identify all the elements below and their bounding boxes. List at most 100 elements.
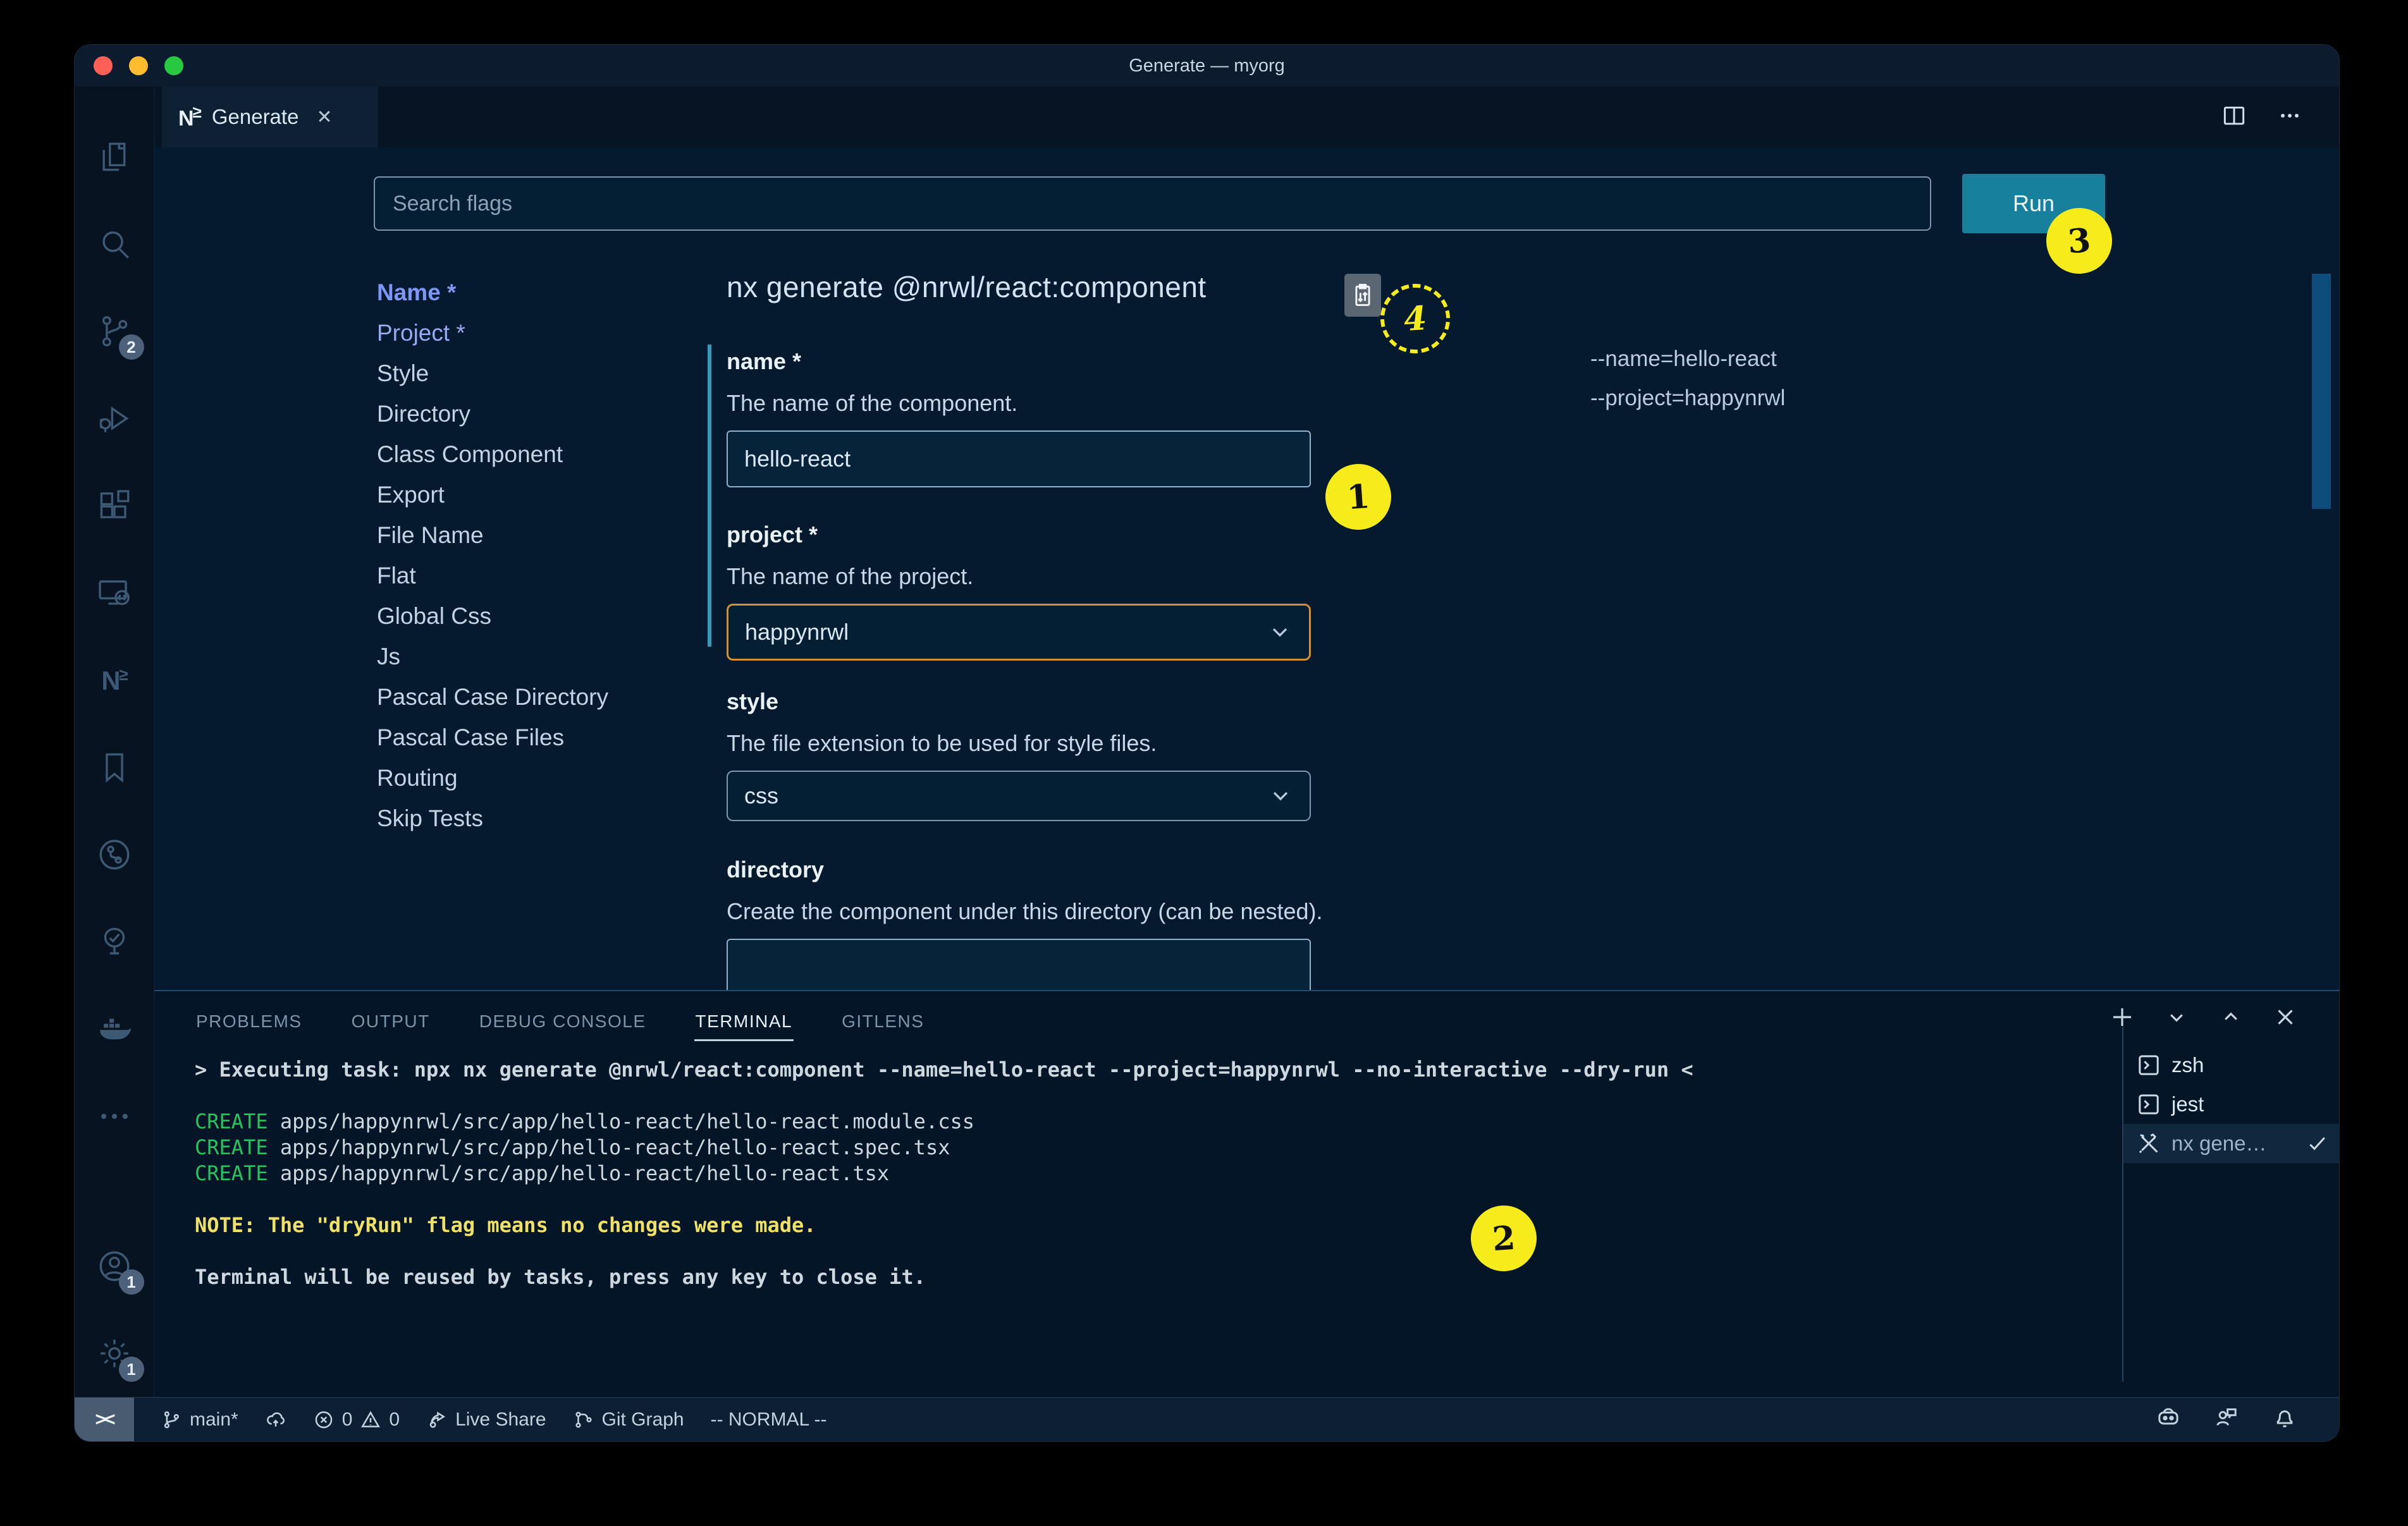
nav-item-routing[interactable]: Routing <box>377 758 608 798</box>
source-control-icon[interactable]: 2 <box>75 288 154 375</box>
terminal-note-line: NOTE: The "dryRun" flag means no changes… <box>195 1212 1693 1238</box>
editor-scrollbar[interactable] <box>2312 274 2331 509</box>
nav-item-style[interactable]: Style <box>377 353 608 394</box>
branch-icon <box>161 1409 182 1431</box>
cloud-upload-icon <box>265 1409 286 1431</box>
project-field-select[interactable]: happynrwl <box>727 604 1311 661</box>
project-field-description: The name of the project. <box>727 563 973 590</box>
chevron-down-icon <box>1267 620 1293 645</box>
split-editor-icon[interactable] <box>2220 102 2248 133</box>
required-fields-bar <box>708 345 711 647</box>
bottom-panel: PROBLEMS OUTPUT DEBUG CONSOLE TERMINAL G… <box>154 990 2339 1397</box>
vscode-window: Generate — myorg 2 N≥ <box>74 44 2340 1442</box>
annotation-step-1: 1 <box>1323 461 1393 532</box>
run-debug-icon[interactable] <box>75 375 154 462</box>
terminal-item-zsh[interactable]: zsh <box>2123 1046 2340 1085</box>
nav-item-class-component[interactable]: Class Component <box>377 434 608 475</box>
more-extensions-icon[interactable] <box>75 1073 154 1160</box>
terminal-create-line: CREATE apps/happynrwl/src/app/hello-reac… <box>195 1135 1693 1161</box>
terminal-exec-line: > Executing task: npx nx generate @nrwl/… <box>195 1057 1693 1083</box>
settings-gear-icon[interactable]: 1 <box>75 1310 154 1397</box>
feedback-icon[interactable] <box>2214 1405 2239 1435</box>
tools-icon <box>2136 1131 2161 1156</box>
copy-command-button[interactable] <box>1344 274 1381 317</box>
terminal-item-jest[interactable]: jest <box>2123 1085 2340 1124</box>
bookmarks-icon[interactable] <box>75 724 154 811</box>
docker-icon[interactable] <box>75 986 154 1073</box>
remote-explorer-icon[interactable] <box>75 549 154 637</box>
nav-item-project[interactable]: Project * <box>377 313 608 353</box>
terminal-reuse-line: Terminal will be reused by tasks, press … <box>195 1264 1693 1290</box>
live-share-status[interactable]: Live Share <box>426 1409 546 1431</box>
search-icon[interactable] <box>75 200 154 288</box>
gitlens-icon[interactable] <box>75 811 154 898</box>
vim-mode-status[interactable]: -- NORMAL -- <box>711 1409 827 1431</box>
tab-gitlens[interactable]: GITLENS <box>840 1000 925 1041</box>
live-share-icon <box>426 1409 448 1431</box>
terminal-icon <box>2136 1092 2161 1117</box>
warning-icon <box>360 1409 381 1431</box>
tab-debug-console[interactable]: DEBUG CONSOLE <box>478 1000 648 1041</box>
nav-item-pascal-case-directory[interactable]: Pascal Case Directory <box>377 677 608 717</box>
terminal-output: > Executing task: npx nx generate @nrwl/… <box>195 1057 1693 1290</box>
nav-item-directory[interactable]: Directory <box>377 394 608 434</box>
test-tree-icon[interactable] <box>75 898 154 986</box>
problems-status[interactable]: 0 0 <box>313 1409 400 1431</box>
style-field-label: style <box>727 688 778 715</box>
nav-item-js[interactable]: Js <box>377 637 608 677</box>
annotation-step-4: 4 <box>1378 281 1452 355</box>
terminal-item-nx-generate[interactable]: nx gene… <box>2123 1124 2340 1163</box>
tab-generate[interactable]: N≥ Generate ✕ <box>162 87 378 147</box>
accounts-badge: 1 <box>119 1269 144 1295</box>
explorer-icon[interactable] <box>75 113 154 200</box>
cli-arg-project: --project=happynrwl <box>1590 379 1785 418</box>
name-field-input[interactable]: hello-react <box>727 430 1311 487</box>
sync-status[interactable] <box>265 1409 286 1431</box>
tab-close-icon[interactable]: ✕ <box>316 106 332 128</box>
cli-arg-name: --name=hello-react <box>1590 339 1785 379</box>
extensions-icon[interactable] <box>75 462 154 549</box>
activity-bar: 2 N≥ <box>75 87 154 1397</box>
tab-output[interactable]: OUTPUT <box>350 1000 431 1041</box>
git-graph-icon <box>573 1409 594 1431</box>
task-success-check-icon <box>2305 1131 2330 1156</box>
nav-item-flat[interactable]: Flat <box>377 556 608 596</box>
cli-args-preview: --name=hello-react --project=happynrwl <box>1590 339 1785 418</box>
nx-tab-icon: N≥ <box>178 102 200 131</box>
directory-field-input[interactable] <box>727 939 1311 990</box>
tab-label: Generate <box>212 105 299 129</box>
editor-more-actions-icon[interactable] <box>2276 102 2304 133</box>
nav-item-export[interactable]: Export <box>377 475 608 515</box>
nav-item-skip-tests[interactable]: Skip Tests <box>377 798 608 839</box>
accounts-icon[interactable]: 1 <box>75 1223 154 1310</box>
flags-nav-list: Name * Project * Style Directory Class C… <box>377 272 608 839</box>
nav-item-name[interactable]: Name * <box>377 272 608 313</box>
window-title: Generate — myorg <box>75 56 2339 76</box>
tab-terminal[interactable]: TERMINAL <box>694 1000 794 1041</box>
style-field-description: The file extension to be used for style … <box>727 730 1157 757</box>
git-branch-status[interactable]: main* <box>161 1409 238 1431</box>
settings-badge: 1 <box>119 1357 144 1382</box>
notifications-bell-icon[interactable] <box>2272 1405 2297 1435</box>
name-field-label: name * <box>727 348 801 375</box>
search-flags-input[interactable] <box>374 176 1931 231</box>
nav-item-file-name[interactable]: File Name <box>377 515 608 556</box>
nx-generate-webview: Run Name * Project * Style Directory Cla… <box>154 147 2339 990</box>
terminal-task-list: zsh jest nx gene… <box>2122 1027 2340 1382</box>
style-field-select[interactable]: css <box>727 771 1311 821</box>
name-field-description: The name of the component. <box>727 390 1017 417</box>
directory-field-label: directory <box>727 857 824 883</box>
project-field-label: project * <box>727 522 818 548</box>
status-bar: >< main* 0 0 Live Share Git Graph -- NOR… <box>75 1397 2339 1441</box>
tab-bar: N≥ Generate ✕ <box>154 87 2339 147</box>
remote-indicator[interactable]: >< <box>75 1398 134 1442</box>
nav-item-pascal-case-files[interactable]: Pascal Case Files <box>377 717 608 758</box>
git-graph-status[interactable]: Git Graph <box>573 1409 684 1431</box>
tab-problems[interactable]: PROBLEMS <box>195 1000 304 1041</box>
directory-field-description: Create the component under this director… <box>727 898 1323 925</box>
chevron-down-icon <box>1268 783 1293 809</box>
copilot-icon[interactable] <box>2156 1405 2181 1435</box>
nx-console-icon[interactable]: N≥ <box>75 637 154 724</box>
terminal-create-line: CREATE apps/happynrwl/src/app/hello-reac… <box>195 1109 1693 1135</box>
nav-item-global-css[interactable]: Global Css <box>377 596 608 637</box>
